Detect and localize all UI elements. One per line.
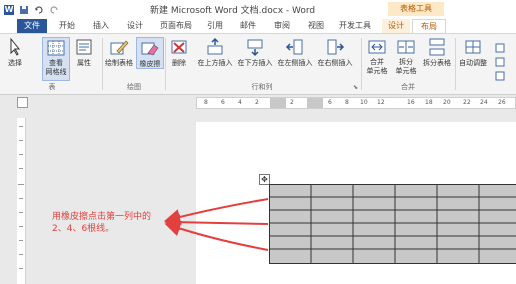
arrow-to-line-6 [164, 220, 269, 251]
annotation-arrows [164, 198, 269, 251]
annotation-line-1: 用橡皮擦点击第一列中的 [52, 212, 152, 222]
instruction-annotation: 用橡皮擦点击第一列中的 2、4、6根线。 [52, 211, 151, 235]
annotation-line-2: 2、4、6根线。 [52, 224, 115, 234]
arrow-to-line-4 [164, 214, 269, 231]
arrow-to-line-2 [164, 198, 269, 225]
